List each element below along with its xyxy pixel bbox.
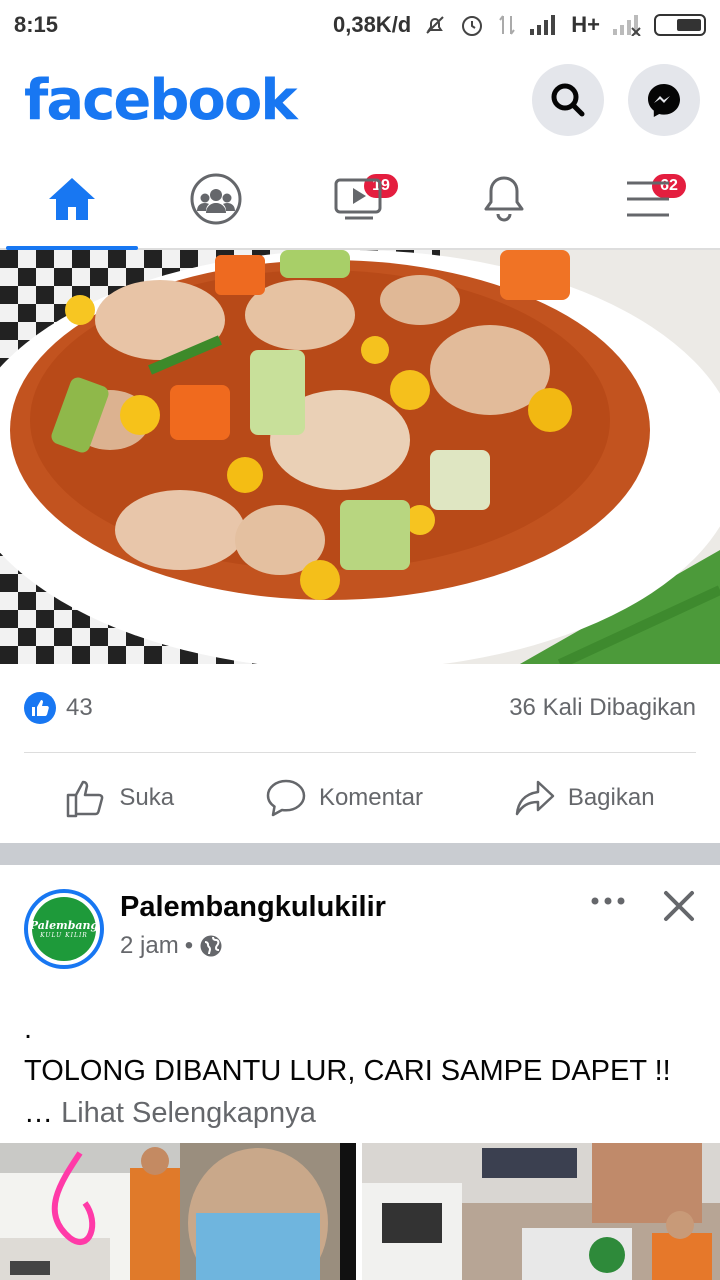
- like-reaction-icon: [24, 692, 56, 724]
- page-name[interactable]: Palembangkulukilir: [120, 891, 386, 924]
- tab-notifications[interactable]: [432, 150, 576, 248]
- battery-icon: [654, 14, 706, 36]
- header-actions: [532, 64, 700, 136]
- tab-bar: 19 62: [0, 150, 720, 250]
- post-text-line-1: .: [24, 1013, 33, 1045]
- tab-watch[interactable]: 62: [288, 150, 688, 248]
- signal-icon: [529, 14, 559, 36]
- mute-icon: [423, 13, 447, 37]
- post-photos: [0, 1143, 720, 1280]
- share-button[interactable]: Bagikan: [514, 778, 655, 818]
- post-text-line-3: … Lihat Selengkapnya: [24, 1092, 704, 1134]
- post-text: . TOLONG DIBANTU LUR, CARI SAMPE DAPET !…: [24, 1008, 704, 1134]
- post-tools: [590, 889, 696, 985]
- comment-icon: [266, 779, 306, 817]
- tab-menu[interactable]: [576, 150, 720, 248]
- post-header: Palembang KULU KILIR Palembangkulukilir …: [0, 865, 720, 985]
- search-button[interactable]: [532, 64, 604, 136]
- messenger-button[interactable]: [628, 64, 700, 136]
- globe-icon: [200, 935, 222, 957]
- facebook-logo[interactable]: facebook: [24, 68, 298, 133]
- search-icon: [551, 83, 585, 117]
- app-header: facebook: [0, 50, 720, 150]
- network-type: H+: [571, 12, 600, 37]
- like-button[interactable]: Suka: [65, 778, 174, 818]
- watch-icon: [334, 178, 382, 220]
- alarm-icon: [459, 12, 485, 38]
- data-arrows-icon: [497, 13, 517, 37]
- image-watermark: IG@malichatun88: [208, 630, 334, 646]
- thumbs-up-icon: [67, 780, 104, 818]
- post-timestamp: 2 jam •: [120, 932, 386, 960]
- groups-icon: [190, 173, 242, 225]
- see-more-link[interactable]: Lihat Selengkapnya: [61, 1097, 316, 1129]
- status-bar: 8:15 0,38K/d H+: [0, 0, 720, 50]
- share-label: Bagikan: [567, 784, 655, 811]
- page-avatar[interactable]: Palembang KULU KILIR: [24, 889, 104, 969]
- tab-groups[interactable]: 19: [144, 150, 400, 248]
- messenger-icon: [648, 84, 680, 117]
- post-actions: Suka Komentar Bagikan: [0, 753, 720, 843]
- network-speed: 0,38K/d: [332, 12, 412, 37]
- comment-label: Komentar: [318, 784, 423, 811]
- post-image[interactable]: IG@malichatun88: [0, 250, 720, 664]
- reactions-row[interactable]: 43 36 Kali Dibagikan: [0, 664, 720, 752]
- bell-icon: [484, 176, 524, 222]
- post-time[interactable]: 2 jam: [120, 932, 179, 960]
- status-icons: 0,38K/d H+: [333, 12, 706, 38]
- post-photo-2[interactable]: [362, 1143, 720, 1280]
- home-icon: [49, 178, 95, 220]
- like-count[interactable]: 43: [66, 694, 93, 722]
- avatar-logo: Palembang KULU KILIR: [30, 897, 98, 961]
- post-meta: Palembangkulukilir 2 jam •: [120, 891, 386, 985]
- status-time: 8:15: [14, 12, 59, 37]
- hamburger-menu-icon: [627, 181, 669, 217]
- photo-content: [362, 1143, 720, 1280]
- post-photo-1[interactable]: [0, 1143, 356, 1280]
- close-icon[interactable]: [662, 889, 696, 928]
- post-text-line-2: TOLONG DIBANTU LUR, CARI SAMPE DAPET !!: [24, 1055, 671, 1087]
- food-photo: [0, 250, 720, 664]
- share-icon: [515, 780, 555, 816]
- like-label: Suka: [119, 784, 175, 811]
- comment-button[interactable]: Komentar: [265, 778, 423, 818]
- photo-content: [0, 1143, 356, 1280]
- signal-weak-icon: [612, 14, 642, 36]
- share-count[interactable]: 36 Kali Dibagikan: [509, 694, 696, 722]
- feed-separator: [0, 843, 720, 865]
- more-options-icon[interactable]: [590, 889, 626, 916]
- meta-dot: •: [184, 932, 194, 959]
- tab-home[interactable]: [0, 150, 144, 250]
- ellipsis: …: [24, 1097, 62, 1129]
